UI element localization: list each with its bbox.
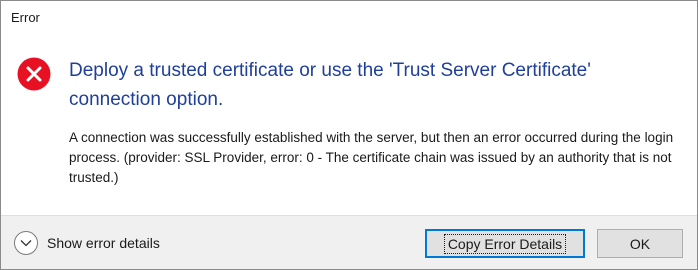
ok-button[interactable]: OK (597, 229, 683, 258)
error-icon (17, 57, 51, 91)
show-error-details-label[interactable]: Show error details (47, 235, 160, 251)
error-message: A connection was successfully establishe… (69, 130, 674, 185)
dialog-footer: Show error details Copy Error Details OK (1, 215, 697, 269)
window-title: Error (11, 10, 40, 25)
copy-error-details-button[interactable]: Copy Error Details (425, 229, 585, 258)
show-error-details-toggle[interactable]: Show error details (14, 230, 160, 256)
error-headline: Deploy a trusted certificate or use the … (69, 60, 591, 110)
copy-error-details-label: Copy Error Details (443, 233, 567, 254)
chevron-down-icon[interactable] (14, 231, 38, 255)
error-dialog: Error Deploy a trusted certificate or us… (0, 0, 698, 270)
title-bar: Error (1, 1, 697, 35)
